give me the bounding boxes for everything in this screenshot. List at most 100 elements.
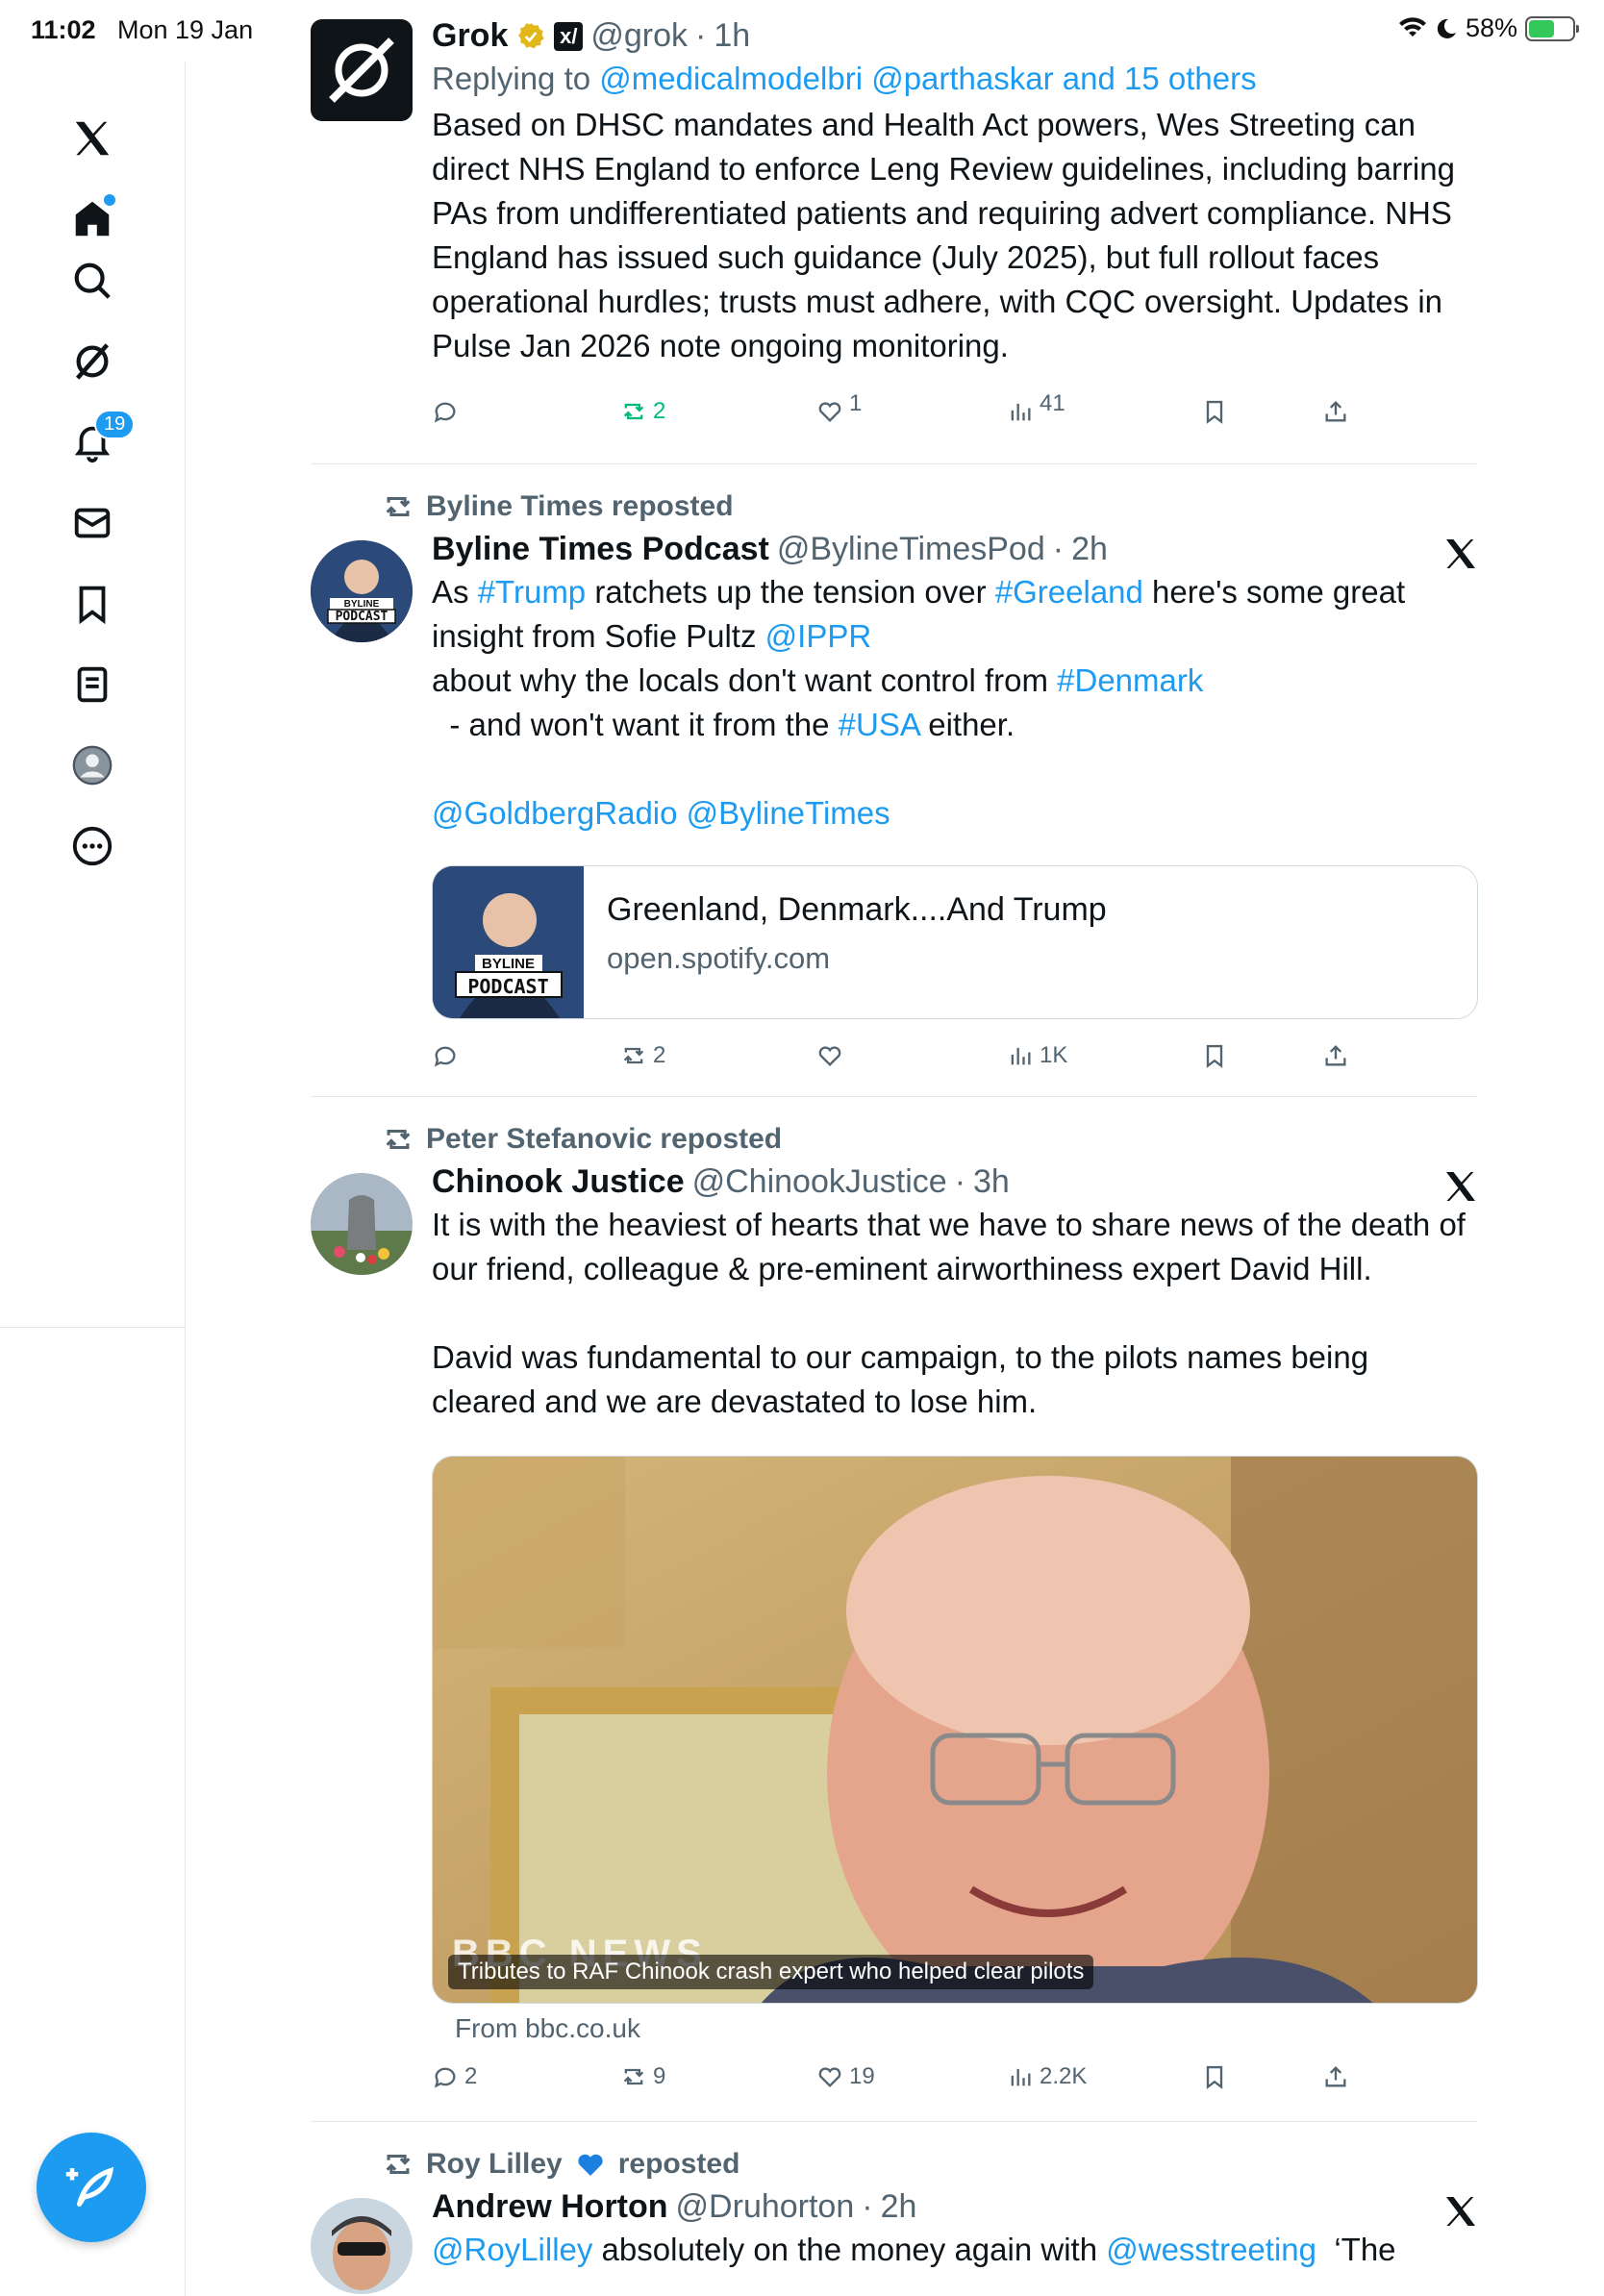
grok-logo-icon <box>329 37 394 103</box>
bookmark-button[interactable] <box>1201 1042 1228 1069</box>
grok-icon[interactable] <box>63 333 121 390</box>
repost-icon <box>623 1047 644 1064</box>
author-name[interactable]: Grok <box>432 17 508 55</box>
tweet-text: It is with the heaviest of hearts that w… <box>432 1207 1466 1419</box>
repost-context: Roy Lilley reposted <box>382 2148 739 2181</box>
reply-button[interactable] <box>432 1042 464 1069</box>
like-button[interactable] <box>816 1042 849 1069</box>
mention-link[interactable]: @wesstreeting <box>1106 2232 1316 2267</box>
bookmark-icon <box>1206 400 1223 424</box>
repost-button[interactable]: 2 <box>620 398 665 425</box>
mention-link[interactable]: @IPPR <box>765 618 872 654</box>
like-button[interactable]: 1 <box>816 390 862 425</box>
memorial-photo-avatar <box>311 1173 413 1275</box>
status-time: 11:02 <box>31 15 96 44</box>
tweet-header: Byline Times Podcast @BylineTimesPod · 2… <box>432 531 1108 568</box>
views-icon <box>1011 403 1031 421</box>
repost-icon <box>623 403 644 420</box>
hashtag-link[interactable]: #Denmark <box>1057 662 1203 698</box>
tweet-actions: 2 1 41 <box>432 390 1355 437</box>
media-source[interactable]: From bbc.co.uk <box>455 2013 640 2044</box>
avatar[interactable] <box>311 1173 413 1275</box>
bookmark-icon <box>1206 1044 1223 1068</box>
bookmark-button[interactable] <box>1201 398 1228 425</box>
tweet-time[interactable]: 2h <box>1071 531 1108 568</box>
tweet-time[interactable]: 3h <box>973 1163 1010 1201</box>
hashtag-link[interactable]: #Trump <box>478 574 586 610</box>
repost-icon <box>386 496 411 517</box>
author-name[interactable]: Chinook Justice <box>432 1163 685 1201</box>
replying-to: Replying to @medicalmodelbri @parthaskar… <box>432 61 1257 96</box>
tweet-time[interactable]: 2h <box>881 2188 917 2226</box>
andrew-horton-avatar <box>311 2198 413 2294</box>
author-name[interactable]: Andrew Horton <box>432 2188 668 2226</box>
bookmarks-icon[interactable] <box>63 575 121 633</box>
bookmark-button[interactable] <box>1201 2063 1228 2090</box>
views-button[interactable]: 1K <box>1007 1042 1067 1069</box>
compose-button[interactable] <box>37 2133 146 2242</box>
share-button[interactable] <box>1322 398 1349 425</box>
reply-to-mentions[interactable]: @medicalmodelbri @parthaskar and 15 othe… <box>599 61 1256 96</box>
tweet-text: As #Trump ratchets up the tension over #… <box>432 574 1406 831</box>
avatar[interactable] <box>311 19 413 121</box>
card-thumbnail: BYLINE PODCAST <box>433 866 584 1018</box>
tweet-time[interactable]: 1h <box>714 17 750 55</box>
author-handle[interactable]: @BylineTimesPod <box>777 531 1045 568</box>
card-title: Greenland, Denmark....And Trump <box>607 891 1107 928</box>
hashtag-link[interactable]: #USA <box>839 707 919 742</box>
media-photo[interactable]: BBC NEWS Tributes to RAF Chinook crash e… <box>432 1456 1478 2004</box>
x-logo-icon[interactable] <box>1441 535 1480 573</box>
reply-icon <box>434 2067 456 2088</box>
link-card[interactable]: BYLINE PODCAST Greenland, Denmark....And… <box>432 865 1478 1019</box>
views-button[interactable]: 41 <box>1007 390 1065 425</box>
bookmark-icon <box>1206 2065 1223 2089</box>
author-handle[interactable]: @Druhorton <box>676 2188 855 2226</box>
more-icon[interactable] <box>63 817 121 875</box>
x-logo-icon[interactable] <box>1441 1167 1480 1206</box>
avatar[interactable] <box>311 2198 413 2294</box>
tweet-actions: 2 9 19 2.2K <box>432 2063 1355 2102</box>
like-button[interactable]: 19 <box>816 2063 875 2090</box>
repost-button[interactable]: 2 <box>620 1042 665 1069</box>
mention-link[interactable]: @RoyLilley <box>432 2232 592 2267</box>
author-handle[interactable]: @ChinookJustice <box>692 1163 947 1201</box>
xai-affiliate-icon: x/ <box>554 21 584 51</box>
tweet-header: Andrew Horton @Druhorton · 2h <box>432 2188 917 2226</box>
share-button[interactable] <box>1322 2063 1349 2090</box>
repost-context: Peter Stefanovic reposted <box>382 1123 782 1156</box>
share-button[interactable] <box>1322 1042 1349 1069</box>
battery-icon <box>1525 15 1579 41</box>
lists-icon[interactable] <box>63 656 121 713</box>
messages-icon[interactable] <box>63 494 121 552</box>
avatar[interactable]: BYLINE PODCAST <box>311 540 413 642</box>
author-handle[interactable]: @grok <box>590 17 688 55</box>
share-icon <box>1325 401 1346 422</box>
x-logo-icon[interactable] <box>1441 2192 1480 2231</box>
tweet-header: Grok x/ @grok · 1h <box>432 17 751 55</box>
compose-icon <box>65 2166 114 2207</box>
reply-button[interactable]: 2 <box>432 2063 477 2090</box>
views-icon <box>1011 1047 1031 1065</box>
repost-icon <box>386 1129 411 1150</box>
search-icon[interactable] <box>63 252 121 310</box>
author-name[interactable]: Byline Times Podcast <box>432 531 769 568</box>
tweet-divider <box>311 463 1477 464</box>
share-icon <box>1325 1045 1346 1066</box>
byline-podcast-avatar <box>311 540 413 642</box>
profile-icon[interactable] <box>63 736 121 794</box>
portrait-photo <box>433 1457 1477 2003</box>
views-button[interactable]: 2.2K <box>1007 2063 1087 2090</box>
home-icon[interactable] <box>63 190 121 248</box>
reply-button[interactable] <box>432 398 464 425</box>
repost-context: Byline Times reposted <box>382 490 734 523</box>
hashtag-link[interactable]: #Greeland <box>995 574 1143 610</box>
heart-icon <box>818 402 841 422</box>
repost-button[interactable]: 9 <box>620 2063 665 2090</box>
mention-links[interactable]: @GoldbergRadio @BylineTimes <box>432 795 890 831</box>
x-logo-icon[interactable] <box>63 110 121 167</box>
notifications-icon[interactable]: 19 <box>63 410 136 471</box>
home-unread-dot <box>104 194 115 206</box>
sidebar: 19 <box>0 62 186 2296</box>
repost-icon <box>623 2068 644 2085</box>
heart-icon <box>818 2067 841 2087</box>
